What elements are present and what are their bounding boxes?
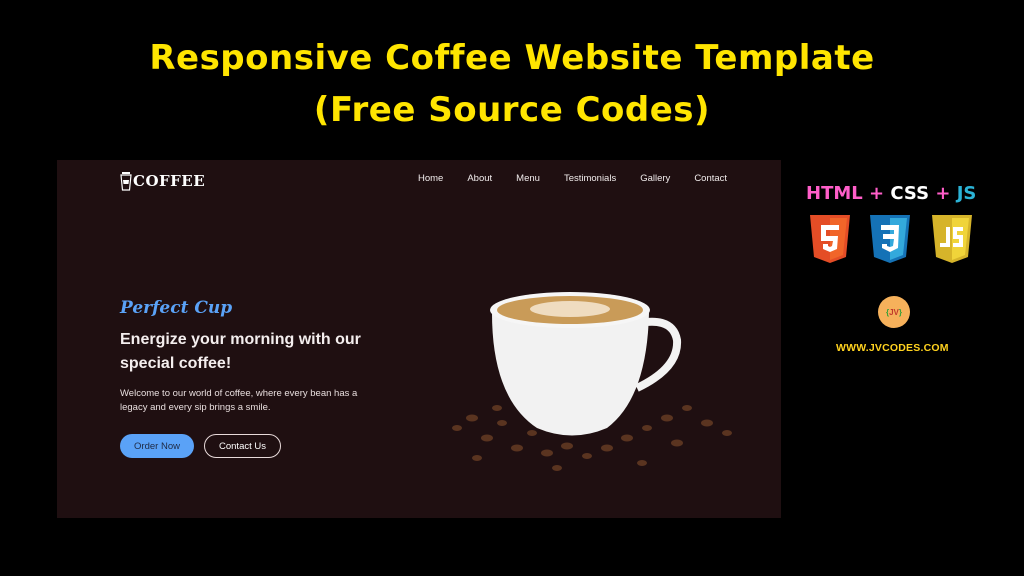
- banner-title-line2: (Free Source Codes): [313, 90, 711, 130]
- website-preview: COFFEE Home About Menu Testimonials Gall…: [57, 160, 781, 518]
- stack-css: CSS: [890, 183, 930, 204]
- jvcodes-logo-text: {JV}: [885, 307, 903, 317]
- hero-headline: Energize your morning with our special c…: [120, 331, 361, 372]
- coffee-cup-icon: [120, 172, 132, 191]
- css3-icon: [870, 215, 910, 263]
- contact-us-button[interactable]: Contact Us: [204, 434, 281, 458]
- tech-stack-label: HTML + CSS + JS: [806, 183, 976, 204]
- hero-description: Welcome to our world of coffee, where ev…: [120, 388, 358, 413]
- js-icon: [932, 215, 972, 263]
- jvcodes-logo: {JV}: [878, 296, 910, 328]
- html5-icon: [810, 215, 850, 263]
- website-url[interactable]: WWW.JVCODES.COM: [836, 342, 949, 354]
- nav-contact[interactable]: Contact: [694, 173, 727, 184]
- nav-testimonials[interactable]: Testimonials: [564, 173, 616, 184]
- logo-text: COFFEE: [133, 172, 206, 190]
- stack-plus: +: [869, 183, 885, 204]
- nav-menu[interactable]: Menu: [516, 173, 540, 184]
- coffee-cup-image: [452, 292, 732, 471]
- order-now-button[interactable]: Order Now: [120, 434, 194, 458]
- stack-js: JS: [956, 183, 977, 204]
- nav-gallery[interactable]: Gallery: [640, 173, 670, 184]
- nav-about[interactable]: About: [467, 173, 492, 184]
- main-nav: Home About Menu Testimonials Gallery Con…: [418, 173, 751, 184]
- stack-html: HTML: [806, 183, 863, 204]
- hero-tagline: Perfect Cup: [120, 298, 233, 318]
- site-logo[interactable]: COFFEE: [120, 170, 205, 192]
- nav-home[interactable]: Home: [418, 173, 443, 184]
- banner-title-line1: Responsive Coffee Website Template: [149, 38, 875, 78]
- stack-plus: +: [935, 183, 951, 204]
